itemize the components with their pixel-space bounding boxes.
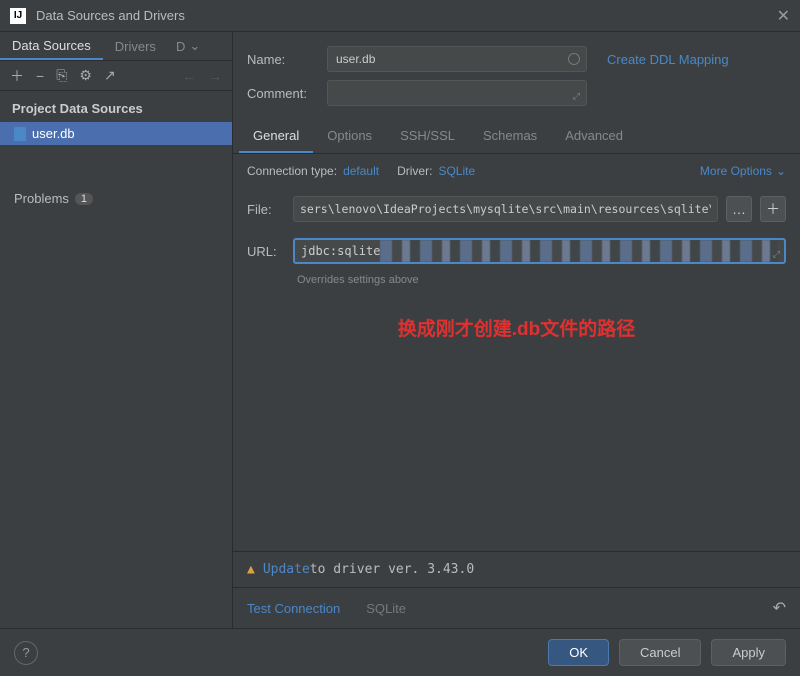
name-label: Name: [247, 52, 319, 67]
export-icon[interactable]: ↗ [104, 67, 116, 84]
update-text: to driver ver. 3.43.0 [310, 562, 474, 577]
back-icon[interactable]: ← [182, 68, 196, 84]
settings-icon[interactable]: ⚙ [79, 67, 92, 84]
annotation-text: 换成刚才创建.db文件的路径 [233, 314, 800, 341]
file-input[interactable] [293, 196, 718, 222]
tab-data-sources[interactable]: Data Sources [0, 32, 103, 60]
remove-icon[interactable]: − [36, 68, 44, 84]
expand-icon[interactable]: ⤢ [573, 91, 580, 102]
warning-icon: ▲ [247, 562, 255, 577]
url-label: URL: [247, 244, 285, 259]
content-panel: Name: user.db Create DDL Mapping Comment… [233, 32, 800, 628]
url-input[interactable]: jdbc:sqlite ⤢ [293, 238, 786, 264]
driver-name: SQLite [366, 601, 406, 616]
comment-label: Comment: [247, 86, 319, 101]
chevron-down-icon: ⌄ [776, 164, 786, 178]
url-hint: Overrides settings above [233, 272, 800, 286]
source-item-label: user.db [32, 126, 75, 141]
driver-label: Driver: [397, 164, 432, 178]
color-circle-icon[interactable] [568, 53, 580, 65]
sidebar: Data Sources Drivers D ⌄ ＋ − ⎘ ⚙ ↗ ← → P… [0, 32, 233, 628]
database-icon [14, 127, 26, 141]
tab-options[interactable]: Options [313, 120, 386, 153]
create-ddl-link[interactable]: Create DDL Mapping [607, 52, 729, 67]
add-file-button[interactable]: ＋ [760, 196, 786, 222]
name-input[interactable]: user.db [327, 46, 587, 72]
problems-item[interactable]: Problems 1 [0, 187, 232, 210]
copy-icon[interactable]: ⎘ [56, 67, 67, 84]
tab-schemas[interactable]: Schemas [469, 120, 551, 153]
browse-button[interactable]: … [726, 196, 752, 222]
window-title: Data Sources and Drivers [36, 8, 777, 23]
file-label: File: [247, 202, 285, 217]
cancel-button[interactable]: Cancel [619, 639, 701, 666]
help-button[interactable]: ? [14, 641, 38, 665]
conn-type-value[interactable]: default [343, 164, 379, 178]
titlebar: IJ Data Sources and Drivers ✕ [0, 0, 800, 32]
url-prefix: jdbc:sqlite [301, 244, 380, 258]
tab-advanced[interactable]: Advanced [551, 120, 637, 153]
apply-button[interactable]: Apply [711, 639, 786, 666]
problems-badge: 1 [75, 193, 93, 205]
problems-label: Problems [14, 191, 69, 206]
conn-type-label: Connection type: [247, 164, 337, 178]
test-connection-link[interactable]: Test Connection [247, 601, 340, 616]
expand-icon[interactable]: ⤢ [773, 249, 780, 260]
tab-drivers[interactable]: Drivers [103, 32, 168, 60]
forward-icon[interactable]: → [208, 68, 222, 84]
add-icon[interactable]: ＋ [10, 66, 24, 86]
section-header: Project Data Sources [0, 91, 232, 122]
tab-ssh[interactable]: SSH/SSL [386, 120, 469, 153]
comment-input[interactable]: ⤢ [327, 80, 587, 106]
close-icon[interactable]: ✕ [777, 6, 790, 26]
undo-icon[interactable]: ↶ [773, 598, 786, 618]
chevron-down-icon: ⌄ [189, 38, 200, 54]
ok-button[interactable]: OK [548, 639, 609, 666]
source-item-userdb[interactable]: user.db [0, 122, 232, 145]
more-options[interactable]: More Options ⌄ [700, 164, 786, 178]
app-icon: IJ [10, 8, 26, 24]
tab-overflow[interactable]: D ⌄ [168, 38, 208, 54]
tab-general[interactable]: General [239, 120, 313, 153]
driver-value[interactable]: SQLite [438, 164, 475, 178]
url-redacted [380, 240, 778, 262]
update-link[interactable]: Update [263, 562, 310, 577]
